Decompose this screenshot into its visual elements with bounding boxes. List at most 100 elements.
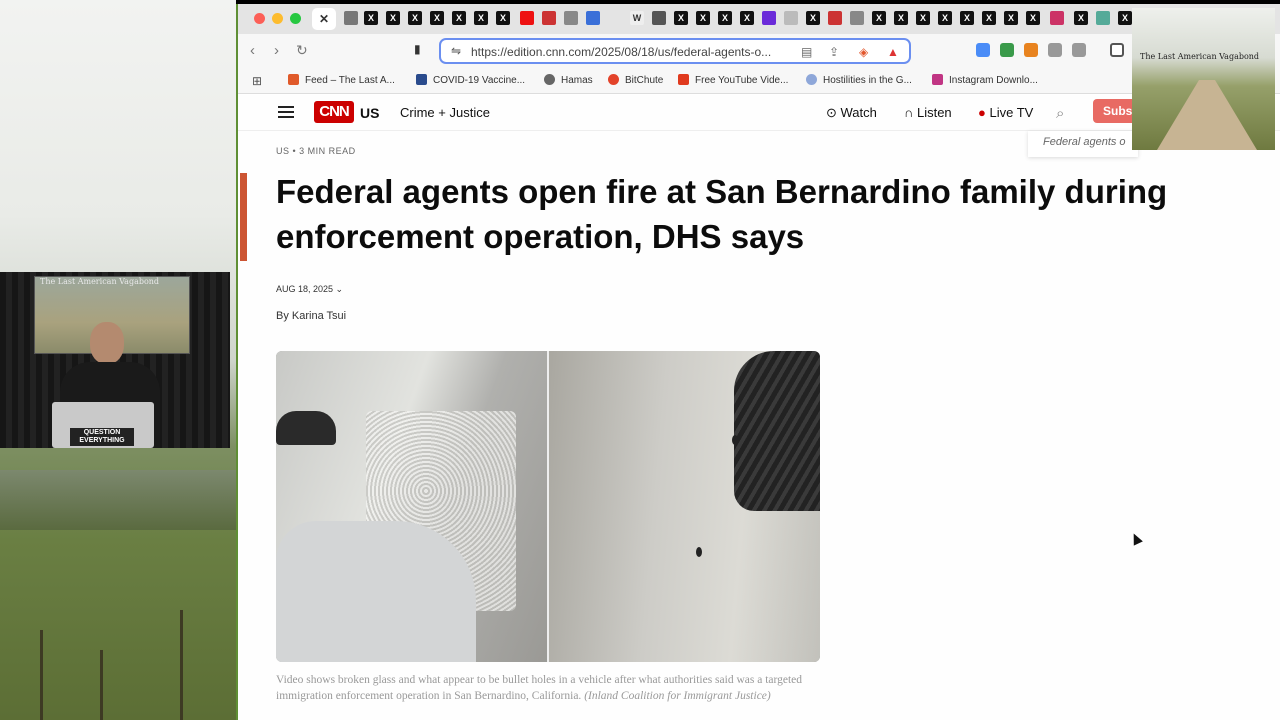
- bookmark-favicon: [608, 74, 619, 85]
- bookmark-label: Hostilities in the G...: [823, 75, 912, 86]
- listen-label: Listen: [916, 105, 952, 120]
- menu-icon[interactable]: [278, 106, 294, 118]
- vehicle-window: [734, 351, 820, 511]
- tab-ap-favicon[interactable]: [520, 11, 534, 25]
- evernote-extension-icon[interactable]: [1000, 43, 1014, 57]
- bookmark-icon[interactable]: ▮: [414, 42, 421, 56]
- tab-x-favicon[interactable]: X: [872, 11, 886, 25]
- tab-x-favicon[interactable]: X: [696, 11, 710, 25]
- bookmark-label: Instagram Downlo...: [949, 75, 1038, 86]
- close-icon[interactable]: ✕: [312, 8, 336, 30]
- bookmark-item[interactable]: Free YouTube Vide...: [678, 74, 788, 86]
- close-window-button[interactable]: [254, 13, 265, 24]
- tab-x-favicon[interactable]: X: [960, 11, 974, 25]
- screen: The Last American Vagabond QUESTION EVER…: [0, 0, 1280, 720]
- tab-x-favicon[interactable]: X: [496, 11, 510, 25]
- crime-justice-link[interactable]: Crime + Justice: [400, 105, 490, 120]
- reader-icon[interactable]: ▤: [801, 45, 812, 59]
- zoom-window-button[interactable]: [290, 13, 301, 24]
- sidebar-toggle-icon[interactable]: [1110, 43, 1124, 57]
- tab-favicon[interactable]: [850, 11, 864, 25]
- bookmark-item[interactable]: COVID-19 Vaccine...: [416, 74, 525, 86]
- tab-r-favicon[interactable]: [542, 11, 556, 25]
- tab-x-favicon[interactable]: X: [916, 11, 930, 25]
- tab-x-favicon[interactable]: X: [386, 11, 400, 25]
- wallet-icon[interactable]: [1072, 43, 1086, 57]
- bookmark-favicon: [678, 74, 689, 85]
- tab-x-favicon[interactable]: X: [740, 11, 754, 25]
- back-icon[interactable]: ‹: [250, 42, 255, 59]
- bookmark-favicon: [806, 74, 817, 85]
- tab-x-favicon[interactable]: X: [452, 11, 466, 25]
- extensions-icon[interactable]: [1048, 43, 1062, 57]
- tab-x-favicon[interactable]: X: [806, 11, 820, 25]
- metamask-extension-icon[interactable]: [1024, 43, 1038, 57]
- tab-favicon[interactable]: [762, 11, 776, 25]
- translate-extension-icon[interactable]: [976, 43, 990, 57]
- navigation-bar: ‹ › ↻ ▮ ⇋ https://edition.cnn.com/2025/0…: [238, 34, 1280, 68]
- webcam-title: The Last American Vagabond: [40, 277, 160, 286]
- tab-favicon[interactable]: [652, 11, 666, 25]
- forward-icon[interactable]: ›: [274, 42, 279, 59]
- search-icon[interactable]: ⌕: [1056, 105, 1064, 122]
- cnn-logo[interactable]: CNN: [314, 101, 354, 123]
- tab-favicon[interactable]: [1050, 11, 1064, 25]
- live-tv-label: Live TV: [989, 105, 1034, 120]
- watch-link[interactable]: ⊙ Watch: [826, 105, 877, 121]
- bookmark-label: Free YouTube Vide...: [695, 75, 789, 86]
- address-bar[interactable]: ⇋ https://edition.cnn.com/2025/08/18/us/…: [439, 38, 911, 64]
- headphones-icon: ∩: [904, 105, 917, 120]
- tab-x-favicon[interactable]: X: [1004, 11, 1018, 25]
- minimize-window-button[interactable]: [272, 13, 283, 24]
- tab-favicon[interactable]: [344, 11, 358, 25]
- article-byline[interactable]: By Karina Tsui: [276, 310, 346, 322]
- url-text[interactable]: https://edition.cnn.com/2025/08/18/us/fe…: [471, 45, 791, 59]
- section-us-link[interactable]: US: [360, 105, 379, 121]
- tab-x-favicon[interactable]: X: [430, 11, 444, 25]
- live-tv-link[interactable]: ● Live TV: [978, 105, 1033, 120]
- tab-favicon[interactable]: [564, 11, 578, 25]
- tab-x-favicon[interactable]: X: [408, 11, 422, 25]
- bookmark-item[interactable]: Feed – The Last A...: [288, 74, 395, 86]
- listen-link[interactable]: ∩ Listen: [904, 105, 952, 120]
- tab-x-favicon[interactable]: X: [894, 11, 908, 25]
- tab-x-favicon[interactable]: X: [718, 11, 732, 25]
- article-headline: Federal agents open fire at San Bernardi…: [276, 173, 1168, 255]
- chevron-down-icon: ⌄: [333, 284, 344, 294]
- site-settings-icon[interactable]: ⇋: [451, 44, 461, 58]
- tab-favicon[interactable]: [586, 11, 600, 25]
- article-date[interactable]: AUG 18, 2025 ⌄: [276, 284, 343, 295]
- bookmark-item[interactable]: Instagram Downlo...: [932, 74, 1038, 86]
- thumbnail-title: The Last American Vagabond: [1140, 52, 1260, 61]
- apps-grid-icon[interactable]: ⊞: [252, 74, 262, 88]
- grass-stalk: [180, 610, 183, 720]
- tab-favicon[interactable]: [828, 11, 842, 25]
- tab-x-favicon[interactable]: X: [982, 11, 996, 25]
- tab-x-favicon[interactable]: X: [1026, 11, 1040, 25]
- bookmark-item[interactable]: BitChute: [608, 74, 663, 86]
- tab-wikipedia-favicon[interactable]: W: [630, 11, 644, 25]
- tab-x-favicon[interactable]: X: [1074, 11, 1088, 25]
- article-video[interactable]: [276, 351, 820, 662]
- cnn-header: CNN US Crime + Justice ⊙ Watch ∩ Listen …: [238, 95, 1280, 131]
- driver-cap: [276, 411, 336, 445]
- tab-x-favicon[interactable]: X: [474, 11, 488, 25]
- tab-x-favicon[interactable]: X: [938, 11, 952, 25]
- tab-favicon[interactable]: [1096, 11, 1110, 25]
- brave-shields-icon[interactable]: ◈: [859, 45, 868, 59]
- tab-favicon[interactable]: [784, 11, 798, 25]
- bookmark-item[interactable]: Hamas: [544, 74, 593, 86]
- reload-icon[interactable]: ↻: [296, 42, 308, 59]
- bookmark-favicon: [416, 74, 427, 85]
- brave-rewards-icon[interactable]: ▲: [887, 45, 899, 59]
- webcam-overlay: The Last American Vagabond QUESTION EVER…: [0, 272, 230, 448]
- channel-thumbnail-overlay: The Last American Vagabond: [1132, 8, 1275, 150]
- article-kicker: US • 3 MIN READ: [276, 146, 356, 156]
- bookmark-favicon: [932, 74, 943, 85]
- share-icon[interactable]: ⇪: [829, 45, 839, 59]
- tab-x-favicon[interactable]: X: [364, 11, 378, 25]
- tab-x-favicon[interactable]: X: [1118, 11, 1132, 25]
- bookmark-item[interactable]: Hostilities in the G...: [806, 74, 912, 86]
- search-suggestion[interactable]: Federal agents o: [1028, 131, 1138, 157]
- tab-x-favicon[interactable]: X: [674, 11, 688, 25]
